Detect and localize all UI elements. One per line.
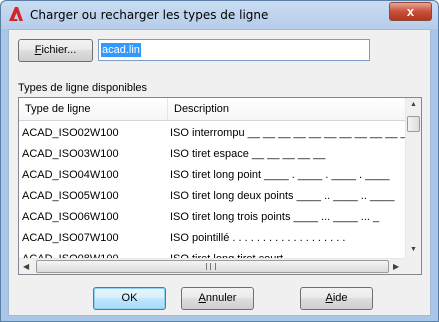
linetype-description: ISO tiret long deux points ____ .. ____ … — [170, 190, 395, 202]
vertical-scroll-thumb[interactable] — [407, 116, 420, 132]
ok-button[interactable]: OK — [93, 287, 166, 310]
table-row[interactable]: ACAD_ISO02W100 ISO interrompu __ __ __ __… — [19, 123, 413, 144]
linetype-description: ISO tiret espace __ __ __ __ __ — [170, 148, 326, 160]
help-button[interactable]: Aide — [300, 287, 373, 310]
file-path-value: acad.lin — [101, 43, 141, 57]
dialog-body: Fichier... acad.lin Types de ligne dispo… — [8, 29, 431, 316]
cancel-button-label: nnuler — [205, 292, 237, 304]
close-button[interactable]: x — [389, 2, 432, 21]
file-button-label: ichier... — [41, 44, 77, 56]
close-icon: x — [406, 4, 415, 19]
table-row[interactable]: ACAD_ISO03W100 ISO tiret espace __ __ __ … — [19, 144, 405, 165]
list-rows: ACAD_ISO02W100 ISO interrompu __ __ __ __… — [19, 123, 413, 270]
linetype-list[interactable]: Type de ligne Description ACAD_ISO02W100… — [18, 97, 422, 275]
help-button-label: ide — [332, 292, 348, 304]
grip-icon — [206, 263, 216, 270]
scroll-down-icon[interactable]: ▼ — [410, 246, 417, 253]
file-button[interactable]: Fichier... — [18, 39, 93, 62]
column-header-linetype[interactable]: Type de ligne — [19, 98, 168, 120]
linetype-name: ACAD_ISO07W100 — [22, 232, 119, 244]
scroll-left-icon[interactable]: ◀ — [23, 262, 29, 271]
table-row[interactable]: ACAD_ISO07W100 ISO pointillé . . . . . . … — [19, 228, 405, 249]
linetype-name: ACAD_ISO05W100 — [22, 190, 119, 202]
horizontal-scrollbar[interactable]: ◀ ▶ — [19, 258, 405, 274]
linetype-list-label: Types de ligne disponibles — [18, 82, 148, 94]
linetype-description: ISO pointillé . . . . . . . . . . . . . … — [170, 232, 346, 244]
file-path-input[interactable]: acad.lin — [98, 39, 370, 61]
table-row[interactable]: ACAD_ISO06W100 ISO tiret long trois point… — [19, 207, 405, 228]
column-header-description[interactable]: Description — [168, 98, 405, 120]
linetype-name: ACAD_ISO06W100 — [22, 211, 119, 223]
autocad-a-icon — [9, 7, 23, 21]
linetype-description: ISO tiret long trois points ____ ... ___… — [170, 211, 380, 223]
title-bar[interactable]: Charger ou recharger les types de ligne … — [1, 1, 438, 29]
linetype-description: ISO interrompu __ __ __ __ __ __ __ __ _… — [170, 127, 413, 139]
cancel-button[interactable]: Annuler — [181, 287, 254, 310]
window-title: Charger ou recharger les types de ligne — [30, 8, 269, 22]
scrollbar-corner — [405, 258, 421, 274]
linetype-name: ACAD_ISO03W100 — [22, 148, 119, 160]
scroll-right-icon[interactable]: ▶ — [393, 262, 399, 271]
list-header: Type de ligne Description — [19, 98, 405, 121]
linetype-name: ACAD_ISO04W100 — [22, 169, 119, 181]
scroll-up-icon[interactable]: ▲ — [410, 101, 417, 108]
table-row[interactable]: ACAD_ISO05W100 ISO tiret long deux points… — [19, 186, 405, 207]
table-row[interactable]: ACAD_ISO04W100 ISO tiret long point ____ … — [19, 165, 405, 186]
vertical-scrollbar[interactable]: ▲ ▼ — [405, 98, 421, 258]
linetype-name: ACAD_ISO02W100 — [22, 127, 119, 139]
help-button-mnemonic: A — [325, 292, 333, 304]
linetype-description: ISO tiret long point ____ . ____ . ____ … — [170, 169, 390, 181]
cancel-button-mnemonic: A — [198, 292, 206, 304]
dialog-window: Charger ou recharger les types de ligne … — [0, 0, 439, 322]
horizontal-scroll-thumb[interactable] — [36, 260, 389, 273]
